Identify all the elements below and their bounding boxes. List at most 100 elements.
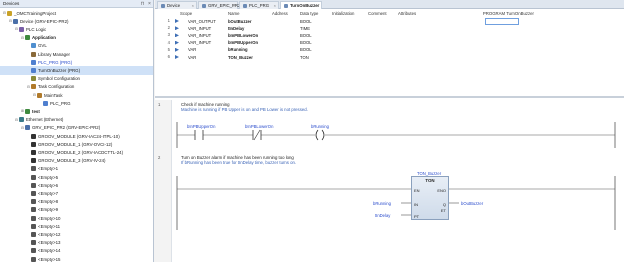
tab-close-icon[interactable]: × <box>317 3 319 8</box>
col-initialization[interactable]: Initialization <box>332 11 354 16</box>
ton-function-block[interactable]: TON EN IN PT ENO Q ET <box>411 176 449 220</box>
empty-icon <box>31 190 36 196</box>
col-scope[interactable]: Scope <box>180 11 192 16</box>
tab-icon <box>202 3 206 8</box>
col-comment[interactable]: Comment <box>368 11 387 16</box>
device-icon <box>13 18 18 24</box>
tree-item[interactable]: ⊟ Application <box>0 34 153 42</box>
tree-item-label: <Empty>15 <box>38 256 61 262</box>
col-datatype[interactable]: Data type <box>300 11 318 16</box>
variable-row[interactable]: 6 VAR TON_Buzzer TON <box>155 54 624 61</box>
variable-row[interactable]: 1 VAR_OUTPUT bOutBuzzer BOOL <box>155 18 624 25</box>
tab-close-icon[interactable]: × <box>233 3 235 8</box>
variable-row[interactable]: 2 VAR_INPUT tInDelay TIME <box>155 25 624 32</box>
empty-icon <box>31 223 36 229</box>
tree-item-label: Device (GRV-EPIC-PR2) <box>20 18 69 24</box>
cell-scope[interactable]: VAR_INPUT <box>188 40 211 45</box>
tree-item[interactable]: <Empty>10 <box>0 214 153 222</box>
cell-name[interactable]: bInPBLowerOn <box>228 33 258 38</box>
cell-scope[interactable]: VAR_INPUT <box>188 26 211 31</box>
devices-panel-header: Devices ⊓ × <box>0 0 153 8</box>
tab-close-icon[interactable]: × <box>274 3 276 8</box>
tree-item[interactable]: ⊟ Device (GRV-EPIC-PR2) <box>0 17 153 25</box>
variable-icon <box>175 19 179 23</box>
cell-scope[interactable]: VAR <box>188 47 196 52</box>
tree-item-label: TurnOnBuzzer (PRG) <box>38 67 81 73</box>
plc-icon <box>19 26 24 32</box>
tree-item[interactable]: TurnOnBuzzer (PRG) <box>0 66 153 75</box>
tree-item[interactable]: <Empty>12 <box>0 230 153 238</box>
col-address[interactable]: Address <box>272 11 288 16</box>
cell-datatype[interactable]: TIME <box>300 26 310 31</box>
col-name[interactable]: Name <box>228 11 239 16</box>
fb-pt-variable[interactable]: tInDelay <box>375 213 390 218</box>
cell-name[interactable]: tInDelay <box>228 26 244 31</box>
devices-panel: Devices ⊓ × ⊟ _OMCTrainingProject ⊟ Device … <box>0 0 154 262</box>
tree-item-label: GROOV_MODULE (GRV-IAC24-ITPL-10) <box>38 133 120 139</box>
pin-icon[interactable]: ⊓ <box>139 1 146 7</box>
cell-datatype[interactable]: TON <box>300 55 309 60</box>
tree-item[interactable]: <Empty>7 <box>0 189 153 197</box>
tree-item[interactable]: <Empty>8 <box>0 198 153 206</box>
tree-item[interactable]: ⊟ MainTask <box>0 91 153 99</box>
tab-close-icon[interactable]: × <box>192 3 194 8</box>
tree-item[interactable]: PLC_PRG <box>0 99 153 107</box>
contact-label[interactable]: bInPBUpperOn <box>187 124 215 129</box>
tree-item[interactable]: <Empty>9 <box>0 206 153 214</box>
variable-row[interactable]: 5 VAR bRunning BOOL <box>155 47 624 54</box>
cell-datatype[interactable]: BOOL <box>300 40 312 45</box>
cell-scope[interactable]: VAR <box>188 55 196 60</box>
cell-datatype[interactable]: BOOL <box>300 19 312 24</box>
cell-datatype[interactable]: BOOL <box>300 33 312 38</box>
tree-item[interactable]: <Empty>6 <box>0 181 153 189</box>
tree-item[interactable]: GROOV_MODULE (GRV-IAC24-ITPL-10) <box>0 132 153 140</box>
cell-name[interactable]: TON_Buzzer <box>228 55 253 60</box>
fb-input-pin: EN <box>414 188 420 193</box>
empty-icon <box>31 240 36 246</box>
editor-tab[interactable]: PLC_PRG × <box>239 1 279 9</box>
editor-tab[interactable]: TurnOnBuzzer × <box>280 1 322 9</box>
tree-item[interactable]: ⊟ _OMCTrainingProject <box>0 9 153 17</box>
tree-item-label: <Empty>12 <box>38 231 61 237</box>
variable-row[interactable]: 4 VAR_INPUT bInPBUpperOn BOOL <box>155 40 624 47</box>
tree-item[interactable]: GROOV_MODULE_2 (GRV-IACDCTTL-24) <box>0 148 153 156</box>
tree-item[interactable]: <Empty>5 <box>0 173 153 181</box>
pou-icon <box>31 67 36 73</box>
tree-item[interactable]: GVL <box>0 42 153 50</box>
tree-item[interactable]: <Empty>13 <box>0 239 153 247</box>
tree-item-label: <Empty>10 <box>38 215 61 221</box>
editor-tab[interactable]: Device × <box>157 1 197 9</box>
tree-item[interactable]: PLC_PRG (PRG) <box>0 58 153 66</box>
col-attributes[interactable]: Attributes <box>398 11 416 16</box>
tree-item[interactable]: Symbol Configuration <box>0 75 153 83</box>
close-icon[interactable]: × <box>146 1 153 7</box>
coil-label[interactable]: bRunning <box>311 124 329 129</box>
empty-icon <box>31 207 36 213</box>
cell-name[interactable]: bOutBuzzer <box>228 19 252 24</box>
rung-subcomment[interactable]: Machine is running if PB Upper is on and… <box>181 107 308 112</box>
tree-item[interactable]: GROOV_MODULE_3 (GRV-IV-24) <box>0 157 153 165</box>
fb-q-variable[interactable]: bOutBuzzer <box>461 201 483 206</box>
contact-label[interactable]: bInPBLowerOn <box>245 124 273 129</box>
cell-scope[interactable]: VAR_OUTPUT <box>188 19 216 24</box>
tree-item[interactable]: GROOV_MODULE_1 (GRV-OVCI-12) <box>0 140 153 148</box>
tree-item[interactable]: ⊟ GRV_EPIC_PR2 (GRV-EPIC-PR2) <box>0 124 153 132</box>
task-icon <box>37 92 42 98</box>
variable-row[interactable]: 3 VAR_INPUT bInPBLowerOn BOOL <box>155 32 624 39</box>
tree-item[interactable]: ⊞ test <box>0 107 153 115</box>
tree-item[interactable]: <Empty>1 <box>0 165 153 173</box>
tree-item[interactable]: ⊟ Task Configuration <box>0 83 153 91</box>
rung-subcomment[interactable]: If bRunning has been true for tInDelay t… <box>181 160 296 165</box>
cell-scope[interactable]: VAR_INPUT <box>188 33 211 38</box>
tree-item[interactable]: <Empty>11 <box>0 222 153 230</box>
cell-datatype[interactable]: BOOL <box>300 47 312 52</box>
cell-name[interactable]: bInPBUpperOn <box>228 40 258 45</box>
tree-item[interactable]: Library Manager <box>0 50 153 58</box>
fb-in-variable[interactable]: bRunning <box>373 201 391 206</box>
editor-tab[interactable]: GRV_EPIC_PR2 × <box>198 1 240 9</box>
cell-name[interactable]: bRunning <box>228 47 248 52</box>
tree-item[interactable]: <Empty>14 <box>0 247 153 255</box>
tree-item[interactable]: <Empty>15 <box>0 255 153 262</box>
tree-item[interactable]: ⊟ PLC Logic <box>0 25 153 33</box>
tree-item[interactable]: ⊟ Ethernet (Ethernet) <box>0 116 153 124</box>
